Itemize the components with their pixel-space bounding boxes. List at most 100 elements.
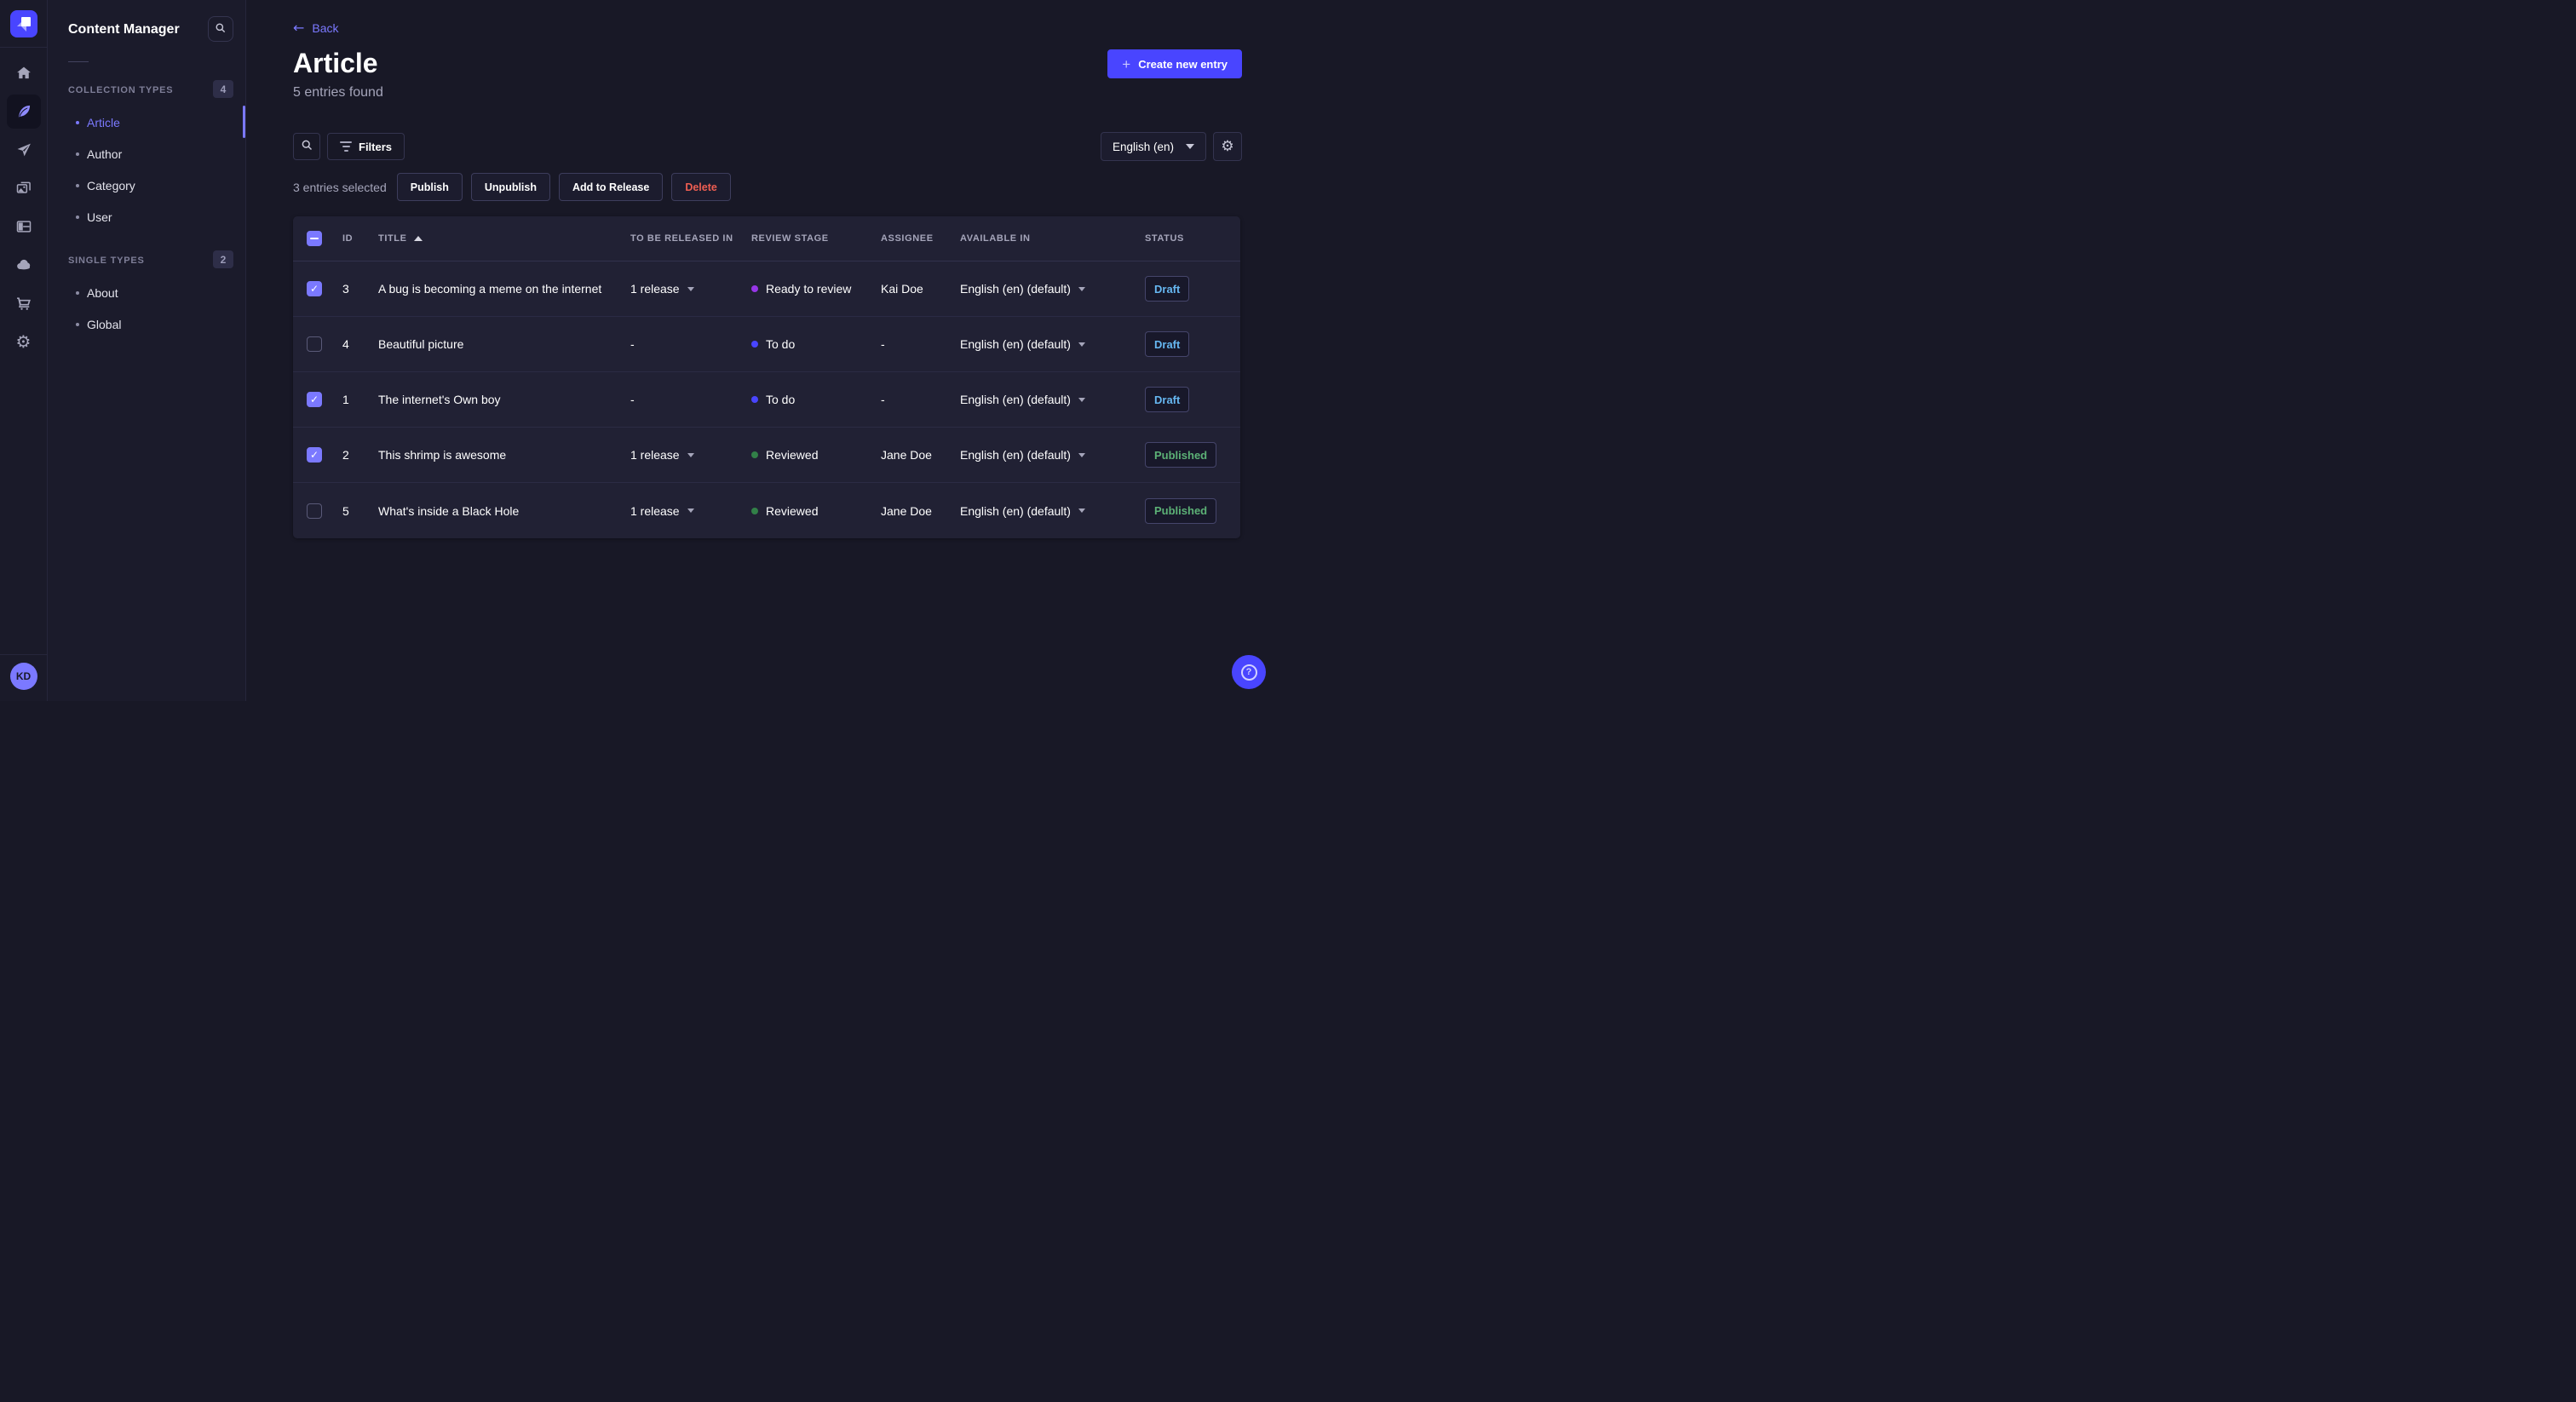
subnav-item-label: Category xyxy=(87,178,135,192)
back-link[interactable]: ← Back xyxy=(293,21,339,36)
row-title[interactable]: What's inside a Black Hole xyxy=(378,504,630,518)
row-stage-value: To do xyxy=(766,393,796,406)
nav-item-releases[interactable] xyxy=(7,133,41,167)
delete-button[interactable]: Delete xyxy=(671,173,731,201)
column-header-release[interactable]: TO BE RELEASED IN xyxy=(630,233,751,244)
row-available-in[interactable]: English (en) (default) xyxy=(960,282,1145,296)
row-title[interactable]: A bug is becoming a meme on the internet xyxy=(378,282,630,296)
table-search-button[interactable] xyxy=(293,133,320,160)
chevron-down-icon xyxy=(687,286,694,291)
column-header-status[interactable]: STATUS xyxy=(1145,233,1227,244)
selection-count-text: 3 entries selected xyxy=(293,180,387,194)
select-all-checkbox[interactable]: ✓ xyxy=(307,231,322,246)
nav-item-home[interactable] xyxy=(7,56,41,90)
column-header-title[interactable]: TITLE xyxy=(378,233,630,244)
row-title[interactable]: The internet's Own boy xyxy=(378,393,630,406)
subnav-search-button[interactable] xyxy=(208,16,233,42)
send-icon xyxy=(15,141,32,158)
row-checkbox[interactable]: ✓ xyxy=(307,392,322,407)
row-release-cell[interactable]: - xyxy=(630,393,751,406)
row-available-value: English (en) (default) xyxy=(960,503,1071,518)
unpublish-button[interactable]: Unpublish xyxy=(470,173,550,201)
row-checkbox[interactable]: ✓ xyxy=(307,503,322,519)
table-row[interactable]: ✓ 1 The internet's Own boy - To do - Eng… xyxy=(293,372,1240,428)
chevron-down-icon xyxy=(687,509,694,513)
row-checkbox[interactable]: ✓ xyxy=(307,336,322,352)
filters-button[interactable]: Filters xyxy=(327,133,405,160)
row-id: 3 xyxy=(342,282,349,296)
cart-icon xyxy=(15,295,32,312)
subnav-item-label: Author xyxy=(87,147,123,161)
row-review-stage: Reviewed xyxy=(751,448,881,462)
rail-divider xyxy=(0,47,48,48)
row-title[interactable]: This shrimp is awesome xyxy=(378,448,630,462)
row-assignee: - xyxy=(881,337,885,351)
nav-item-settings[interactable]: ⚙ xyxy=(7,325,41,359)
row-id: 2 xyxy=(342,448,349,462)
row-status-badge: Draft xyxy=(1145,331,1190,357)
add-to-release-button[interactable]: Add to Release xyxy=(559,173,664,201)
nav-item-content-manager[interactable] xyxy=(6,95,41,129)
row-title[interactable]: Beautiful picture xyxy=(378,337,630,351)
column-header-id[interactable]: ID xyxy=(342,233,378,244)
nav-item-content-type-builder[interactable] xyxy=(7,210,41,244)
row-checkbox[interactable]: ✓ xyxy=(307,447,322,463)
row-status-badge: Published xyxy=(1145,442,1217,468)
row-release-cell[interactable]: - xyxy=(630,337,751,351)
bullet-icon xyxy=(76,290,79,295)
locale-select[interactable]: English (en) xyxy=(1100,132,1206,161)
row-review-stage: Reviewed xyxy=(751,504,881,518)
create-new-entry-button[interactable]: + Create new entry xyxy=(1107,49,1242,78)
subnav-item-category[interactable]: Category xyxy=(48,170,245,201)
nav-item-media-library[interactable] xyxy=(7,171,41,205)
row-release-cell[interactable]: 1 release xyxy=(630,448,751,462)
row-checkbox[interactable]: ✓ xyxy=(307,281,322,296)
column-header-available-in[interactable]: AVAILABLE IN xyxy=(960,233,1145,244)
publish-button[interactable]: Publish xyxy=(396,173,463,201)
table-row[interactable]: ✓ 2 This shrimp is awesome 1 release Rev… xyxy=(293,428,1240,483)
row-available-in[interactable]: English (en) (default) xyxy=(960,448,1145,462)
chevron-down-icon xyxy=(1078,342,1085,347)
row-available-in[interactable]: English (en) (default) xyxy=(960,393,1145,406)
strapi-logo[interactable] xyxy=(9,10,37,37)
column-header-review-stage[interactable]: REVIEW STAGE xyxy=(751,233,881,244)
subnav-item-label: User xyxy=(87,210,112,224)
row-release-value: - xyxy=(630,393,635,406)
row-stage-value: Ready to review xyxy=(766,282,852,296)
single-types-count-badge: 2 xyxy=(213,250,233,268)
nav-item-cloud[interactable] xyxy=(7,248,41,282)
row-release-cell[interactable]: 1 release xyxy=(630,282,751,296)
row-available-value: English (en) (default) xyxy=(960,393,1071,406)
subnav-item-user[interactable]: User xyxy=(48,201,245,233)
row-release-value: 1 release xyxy=(630,282,680,296)
row-available-in[interactable]: English (en) (default) xyxy=(960,337,1145,351)
table-row[interactable]: ✓ 3 A bug is becoming a meme on the inte… xyxy=(293,261,1240,317)
help-button[interactable]: ? xyxy=(1232,655,1266,689)
row-release-cell[interactable]: 1 release xyxy=(630,504,751,518)
subnav-item-article[interactable]: Article xyxy=(48,106,245,138)
row-assignee: Jane Doe xyxy=(881,503,932,518)
column-header-assignee[interactable]: ASSIGNEE xyxy=(881,233,960,244)
chevron-down-icon xyxy=(1186,144,1194,149)
bullet-icon xyxy=(76,152,79,156)
bullet-icon xyxy=(76,322,79,326)
search-icon xyxy=(301,139,313,154)
chevron-down-icon xyxy=(1078,286,1085,291)
row-review-stage: Ready to review xyxy=(751,282,881,296)
cloud-icon xyxy=(14,256,33,273)
nav-item-marketplace[interactable] xyxy=(7,286,41,320)
table-row[interactable]: ✓ 4 Beautiful picture - To do - English … xyxy=(293,317,1240,372)
row-available-in[interactable]: English (en) (default) xyxy=(960,504,1145,518)
subnav-item-author[interactable]: Author xyxy=(48,138,245,170)
collection-types-count-badge: 4 xyxy=(213,80,233,98)
subnav-item-about[interactable]: About xyxy=(48,277,245,308)
stage-dot-icon xyxy=(751,285,758,292)
subnav-item-global[interactable]: Global xyxy=(48,308,245,340)
single-types-section: SINGLE TYPES 2 About Global xyxy=(48,250,245,340)
table-row[interactable]: ✓ 5 What's inside a Black Hole 1 release… xyxy=(293,483,1240,538)
user-avatar[interactable]: KD xyxy=(9,663,37,690)
view-settings-button[interactable]: ⚙ xyxy=(1213,132,1242,161)
create-new-entry-label: Create new entry xyxy=(1138,57,1228,71)
bullet-icon xyxy=(76,120,79,124)
home-icon xyxy=(15,65,32,82)
